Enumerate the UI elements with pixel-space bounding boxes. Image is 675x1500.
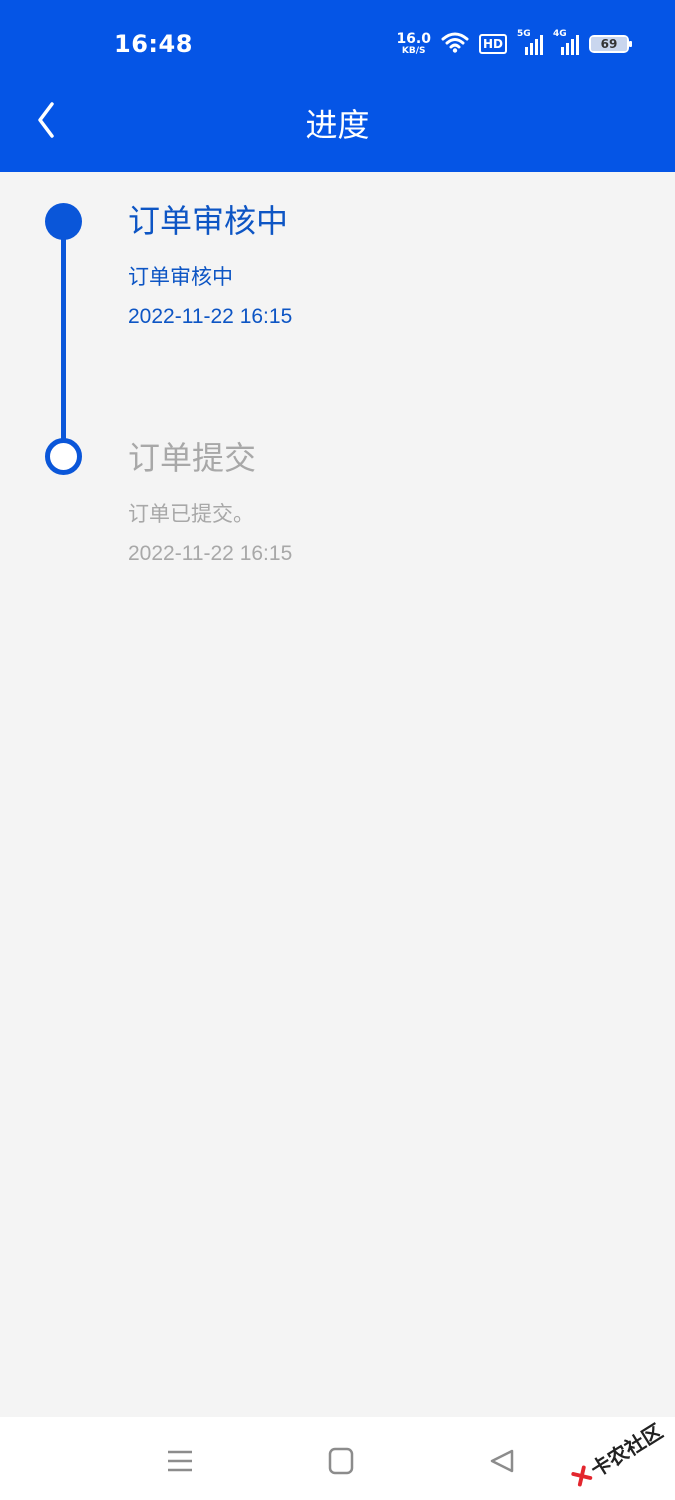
menu-icon <box>168 1450 192 1472</box>
back-triangle-icon <box>490 1449 514 1473</box>
network-speed: 16.0 KB/S <box>396 32 431 56</box>
timeline-item-time: 2022-11-22 16:15 <box>128 542 293 565</box>
signal-5g-icon: 5G <box>517 29 543 55</box>
wifi-icon <box>441 31 469 57</box>
timeline-item-title: 订单提交 <box>128 439 257 477</box>
timeline-dot-done <box>45 438 82 475</box>
timeline-connector <box>61 220 66 460</box>
recent-apps-button[interactable] <box>162 1445 202 1479</box>
watermark-text: 卡农社区 <box>585 1418 667 1482</box>
home-icon <box>328 1447 354 1475</box>
signal-4g-label: 4G <box>553 29 567 39</box>
signal-5g-label: 5G <box>517 29 531 39</box>
timeline-item-description: 订单已提交。 <box>128 502 254 526</box>
battery-level: 69 <box>591 37 627 51</box>
battery-icon: 69 <box>589 35 632 53</box>
timeline-item-title: 订单审核中 <box>128 202 289 240</box>
status-time: 16:48 <box>114 30 193 58</box>
home-button[interactable] <box>321 1445 361 1479</box>
top-header: 16:48 16.0 KB/S HD 5G 4G 69 进度 <box>0 0 675 172</box>
page-title: 进度 <box>305 106 370 144</box>
network-speed-value: 16.0 <box>396 31 431 47</box>
app-screen: 16:48 16.0 KB/S HD 5G 4G 69 进度 订单审核中 订单审… <box>0 0 675 1500</box>
timeline-item-review: 订单审核中 订单审核中 2022-11-22 16:15 <box>128 205 292 327</box>
signal-4g-icon: 4G <box>553 29 579 55</box>
timeline-item-description: 订单审核中 <box>128 265 233 289</box>
network-speed-unit: KB/S <box>401 46 426 56</box>
system-back-button[interactable] <box>484 1445 524 1479</box>
timeline-dot-active <box>45 203 82 240</box>
timeline-item-submitted: 订单提交 订单已提交。 2022-11-22 16:15 <box>128 442 292 564</box>
timeline-item-time: 2022-11-22 16:15 <box>128 305 293 328</box>
hd-icon: HD <box>478 34 507 54</box>
status-icons: 16.0 KB/S HD 5G 4G 69 <box>396 29 632 58</box>
